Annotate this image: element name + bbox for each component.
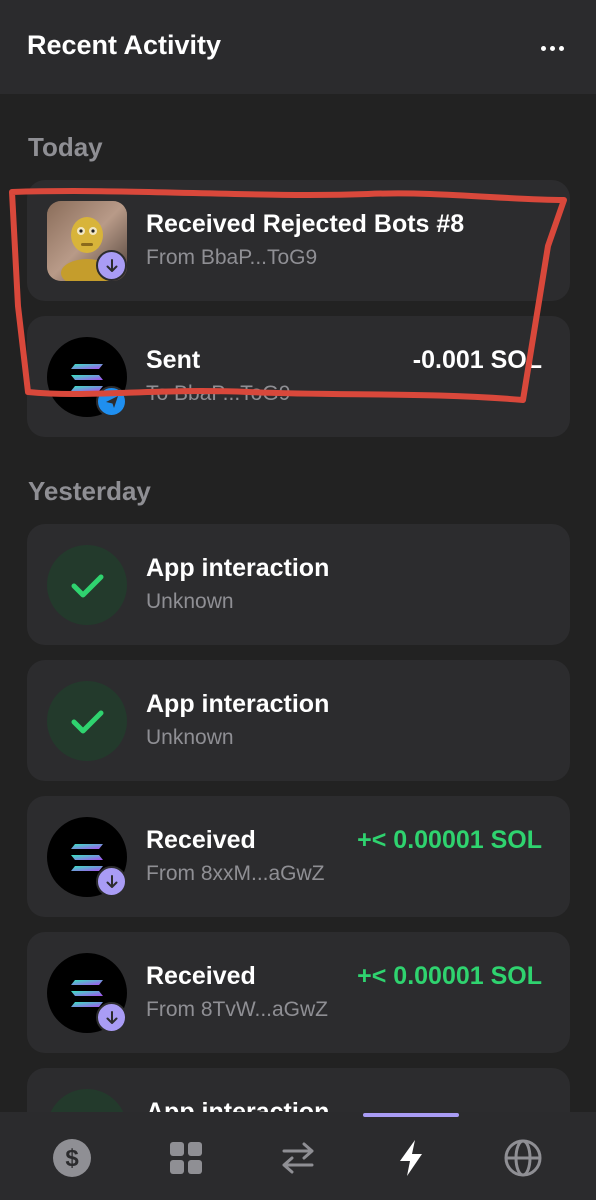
page-title: Recent Activity xyxy=(27,30,222,60)
activity-subtitle: From 8TvW...aGwZ xyxy=(146,998,329,1021)
activity-title: Sent xyxy=(146,346,201,374)
activity-item[interactable]: Received From 8xxM...aGwZ +< 0.00001 SOL xyxy=(27,796,570,917)
activity-amount: +< 0.00001 SOL xyxy=(357,962,542,990)
activity-item[interactable]: App interaction xyxy=(27,1068,570,1112)
checkmark-icon xyxy=(47,1089,127,1112)
activity-list[interactable]: Today Received Rejected Bots #8 From Bba… xyxy=(0,94,596,1112)
receive-badge xyxy=(96,250,127,281)
svg-text:$: $ xyxy=(65,1145,79,1172)
more-horizontal-icon xyxy=(540,45,546,51)
activity-item[interactable]: Received From 8TvW...aGwZ +< 0.00001 SOL xyxy=(27,932,570,1053)
globe-icon xyxy=(504,1139,542,1177)
swap-icon xyxy=(282,1142,314,1174)
activity-item[interactable]: Sent To BbaP...ToG9 -0.001 SOL xyxy=(27,316,570,437)
section-title-yesterday: Yesterday xyxy=(28,476,151,506)
activity-title: App interaction xyxy=(146,1098,330,1112)
section-title-today: Today xyxy=(28,132,103,162)
tab-wallet[interactable]: $ xyxy=(50,1136,94,1180)
activity-title: Received xyxy=(146,962,256,990)
tab-explore[interactable] xyxy=(501,1136,545,1180)
receive-arrow-icon xyxy=(106,1010,117,1024)
tab-swap[interactable] xyxy=(276,1136,320,1180)
activity-title: App interaction xyxy=(146,554,330,582)
activity-title: Received Rejected Bots #8 xyxy=(146,210,465,238)
activity-amount: -0.001 SOL xyxy=(412,346,542,374)
receive-arrow-icon xyxy=(106,874,117,888)
tab-activity[interactable] xyxy=(389,1136,433,1180)
checkmark-icon xyxy=(47,681,127,761)
grid-icon xyxy=(170,1142,202,1174)
activity-subtitle: To BbaP...ToG9 xyxy=(146,382,291,405)
checkmark-icon xyxy=(47,545,127,625)
activity-title: Received xyxy=(146,826,256,854)
more-options-button[interactable] xyxy=(534,30,570,66)
send-arrow-icon xyxy=(105,395,118,408)
activity-subtitle: Unknown xyxy=(146,590,234,613)
lightning-icon xyxy=(400,1140,422,1176)
send-badge xyxy=(96,386,127,417)
activity-subtitle: From 8xxM...aGwZ xyxy=(146,862,325,885)
tab-collectibles[interactable] xyxy=(164,1136,208,1180)
receive-badge xyxy=(96,1002,127,1033)
activity-subtitle: From BbaP...ToG9 xyxy=(146,246,318,269)
dollar-icon: $ xyxy=(53,1139,91,1177)
header: Recent Activity xyxy=(0,0,596,94)
activity-amount: +< 0.00001 SOL xyxy=(357,826,542,854)
activity-item[interactable]: App interaction Unknown xyxy=(27,660,570,781)
receive-badge xyxy=(96,866,127,897)
activity-subtitle: Unknown xyxy=(146,726,234,749)
active-tab-indicator xyxy=(363,1113,459,1117)
activity-item[interactable]: App interaction Unknown xyxy=(27,524,570,645)
activity-item[interactable]: Received Rejected Bots #8 From BbaP...To… xyxy=(27,180,570,301)
activity-title: App interaction xyxy=(146,690,330,718)
receive-arrow-icon xyxy=(106,258,117,272)
